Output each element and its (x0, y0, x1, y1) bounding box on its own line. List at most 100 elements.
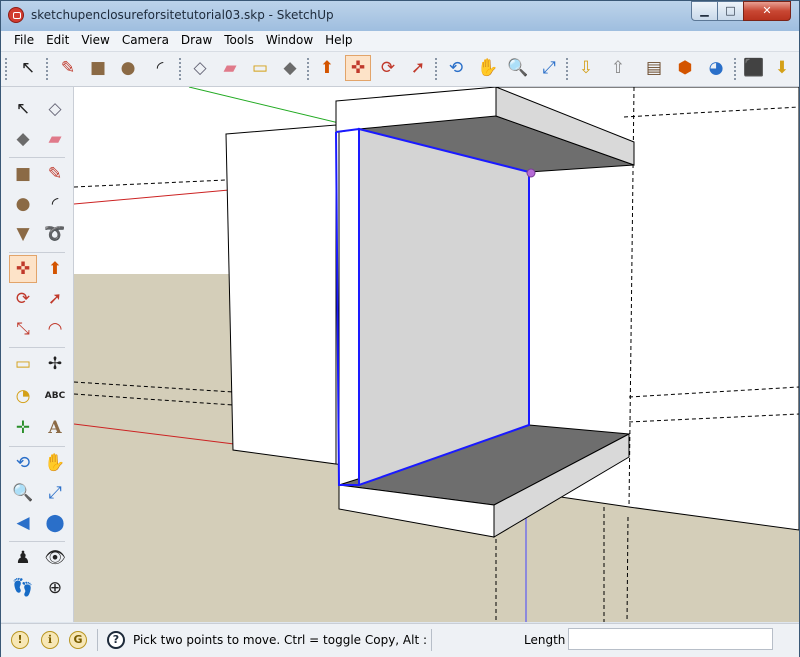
menu-view[interactable]: View (75, 31, 115, 47)
push-pull-icon[interactable]: ⬆ (314, 55, 340, 81)
get-models-icon[interactable]: ⇩ (573, 55, 599, 81)
google-earth-icon[interactable]: ◕ (703, 55, 729, 81)
scale-tool-icon[interactable]: ⤡ (9, 315, 37, 343)
left-panel-edge (338, 128, 360, 486)
move-tool-icon[interactable]: ✜ (9, 255, 37, 283)
status-bar: ! ℹ G ? Pick two points to move. Ctrl = … (1, 623, 799, 657)
title-bar[interactable]: sketchupenclosureforsitetutorial03.skp -… (1, 1, 799, 31)
orbit-icon[interactable]: ⟲ (443, 55, 469, 81)
position-camera-icon[interactable]: ♟ (9, 544, 37, 572)
status-divider (431, 629, 432, 651)
sketchup-window: sketchupenclosureforsitetutorial03.skp -… (0, 0, 800, 657)
line-tool-icon[interactable]: ✎ (41, 160, 69, 188)
rotate-tool-icon[interactable]: ⟳ (375, 55, 401, 81)
menu-file[interactable]: File (8, 31, 40, 47)
toolbar-grip[interactable] (566, 58, 571, 80)
credits-icon[interactable]: ℹ (41, 631, 59, 649)
tool-divider (9, 157, 65, 158)
menu-camera[interactable]: Camera (116, 31, 175, 47)
rectangle-tool-icon[interactable]: ■ (85, 55, 111, 81)
follow-me-icon[interactable]: ➚ (405, 55, 431, 81)
eraser-icon[interactable]: ▰ (217, 55, 243, 81)
tape-measure-icon[interactable]: ▭ (247, 55, 273, 81)
status-divider (97, 629, 98, 651)
toolbar-grip[interactable] (435, 58, 440, 80)
make-component-icon[interactable]: ◇ (187, 55, 213, 81)
geo-location-icon[interactable]: ! (11, 631, 29, 649)
large-tool-set: ↖ ◇ ◆ ▰ ■ ✎ ● ◜ ▼ ➰ ✜ ⬆ ⟳ ➚ ⤡ ◠ ▭ ✢ ◔ AB… (1, 87, 74, 622)
text-tool-icon[interactable]: ABC (41, 382, 69, 410)
menu-window[interactable]: Window (260, 31, 319, 47)
minimize-button[interactable]: ▁ (691, 1, 718, 21)
move-tool-icon[interactable]: ✜ (345, 55, 371, 81)
menu-draw[interactable]: Draw (175, 31, 218, 47)
arc-tool-icon[interactable]: ◜ (41, 190, 69, 218)
pencil-tool-icon[interactable]: ✎ (55, 55, 81, 81)
rotate-tool-icon[interactable]: ⟳ (9, 285, 37, 313)
drawing-area[interactable] (74, 87, 799, 622)
menu-tools[interactable]: Tools (218, 31, 260, 47)
3d-text-icon[interactable]: A (41, 414, 69, 442)
toolbar-grip[interactable] (734, 58, 739, 80)
measurements-input[interactable] (568, 628, 773, 650)
push-pull-icon[interactable]: ⬆ (41, 255, 69, 283)
walk-icon[interactable]: 👣 (9, 574, 37, 602)
tape-measure-icon[interactable]: ▭ (9, 350, 37, 378)
polygon-tool-icon[interactable]: ▼ (9, 220, 37, 248)
instructor-help-icon[interactable]: ? (107, 631, 125, 649)
make-component-icon[interactable]: ◇ (41, 95, 69, 123)
dimension-tool-icon[interactable]: ✢ (41, 350, 69, 378)
zoom-window-icon[interactable]: ⤢ (41, 479, 69, 507)
model-scene (74, 87, 799, 622)
pan-icon[interactable]: ✋ (475, 55, 501, 81)
toolbar-grip[interactable] (46, 58, 51, 80)
main-toolbar: ↖ ✎ ■ ● ◜ ◇ ▰ ▭ ◆ ⬆ ✜ ⟳ ➚ ⟲ ✋ 🔍 ⤢ ⇩ ⇧ ▤ … (1, 52, 799, 87)
pan-icon[interactable]: ✋ (41, 449, 69, 477)
previous-view-icon[interactable]: ◀ (9, 509, 37, 537)
circle-tool-icon[interactable]: ● (9, 190, 37, 218)
orbit-icon[interactable]: ⟲ (9, 449, 37, 477)
menu-edit[interactable]: Edit (40, 31, 75, 47)
extension-b-icon[interactable]: ⬇ (769, 55, 795, 81)
zoom-icon[interactable]: 🔍 (9, 479, 37, 507)
sketchup-logo-icon (8, 7, 24, 23)
zoom-extents-icon[interactable]: ⤢ (536, 55, 562, 81)
select-tool-icon[interactable]: ↖ (9, 95, 37, 123)
axes-tool-icon[interactable]: ✛ (9, 414, 37, 442)
tool-divider (9, 252, 65, 253)
zoom-icon[interactable]: 🔍 (505, 55, 531, 81)
menu-help[interactable]: Help (319, 31, 358, 47)
zoom-extents-icon[interactable]: ⬤ (41, 509, 69, 537)
selected-back-panel[interactable] (358, 127, 530, 487)
freehand-tool-icon[interactable]: ➰ (41, 220, 69, 248)
section-plane-icon[interactable]: ⊕ (41, 574, 69, 602)
extension-a-icon[interactable]: ⬛ (741, 55, 767, 81)
eraser-icon[interactable]: ▰ (41, 125, 69, 153)
circle-tool-icon[interactable]: ● (115, 55, 141, 81)
toolbar-grip[interactable] (179, 58, 184, 80)
maximize-button[interactable]: □ (717, 1, 744, 21)
look-around-icon[interactable]: 👁 (41, 544, 69, 572)
tool-divider (9, 446, 65, 447)
follow-me-icon[interactable]: ➚ (41, 285, 69, 313)
select-tool-icon[interactable]: ↖ (15, 55, 41, 81)
components-icon[interactable]: ▤ (641, 55, 667, 81)
protractor-icon[interactable]: ◔ (9, 382, 37, 410)
share-model-icon[interactable]: ⇧ (605, 55, 631, 81)
move-grip-point[interactable] (526, 168, 536, 178)
tool-divider (9, 541, 65, 542)
rectangle-tool-icon[interactable]: ■ (9, 160, 37, 188)
paint-bucket-icon[interactable]: ◆ (9, 125, 37, 153)
photo-textures-icon[interactable]: ⬢ (672, 55, 698, 81)
menu-bar: File Edit View Camera Draw Tools Window Help (1, 31, 799, 52)
window-title: sketchupenclosureforsitetutorial03.skp -… (31, 8, 334, 22)
toolbar-grip[interactable] (5, 58, 10, 80)
measurements-label: Length (524, 633, 566, 647)
paint-bucket-icon[interactable]: ◆ (277, 55, 303, 81)
sign-in-icon[interactable]: G (69, 631, 87, 649)
status-message: Pick two points to move. Ctrl = toggle C… (133, 633, 428, 647)
offset-tool-icon[interactable]: ◠ (41, 315, 69, 343)
arc-tool-icon[interactable]: ◜ (147, 55, 173, 81)
close-button[interactable]: ✕ (743, 1, 791, 21)
toolbar-grip[interactable] (307, 58, 312, 80)
